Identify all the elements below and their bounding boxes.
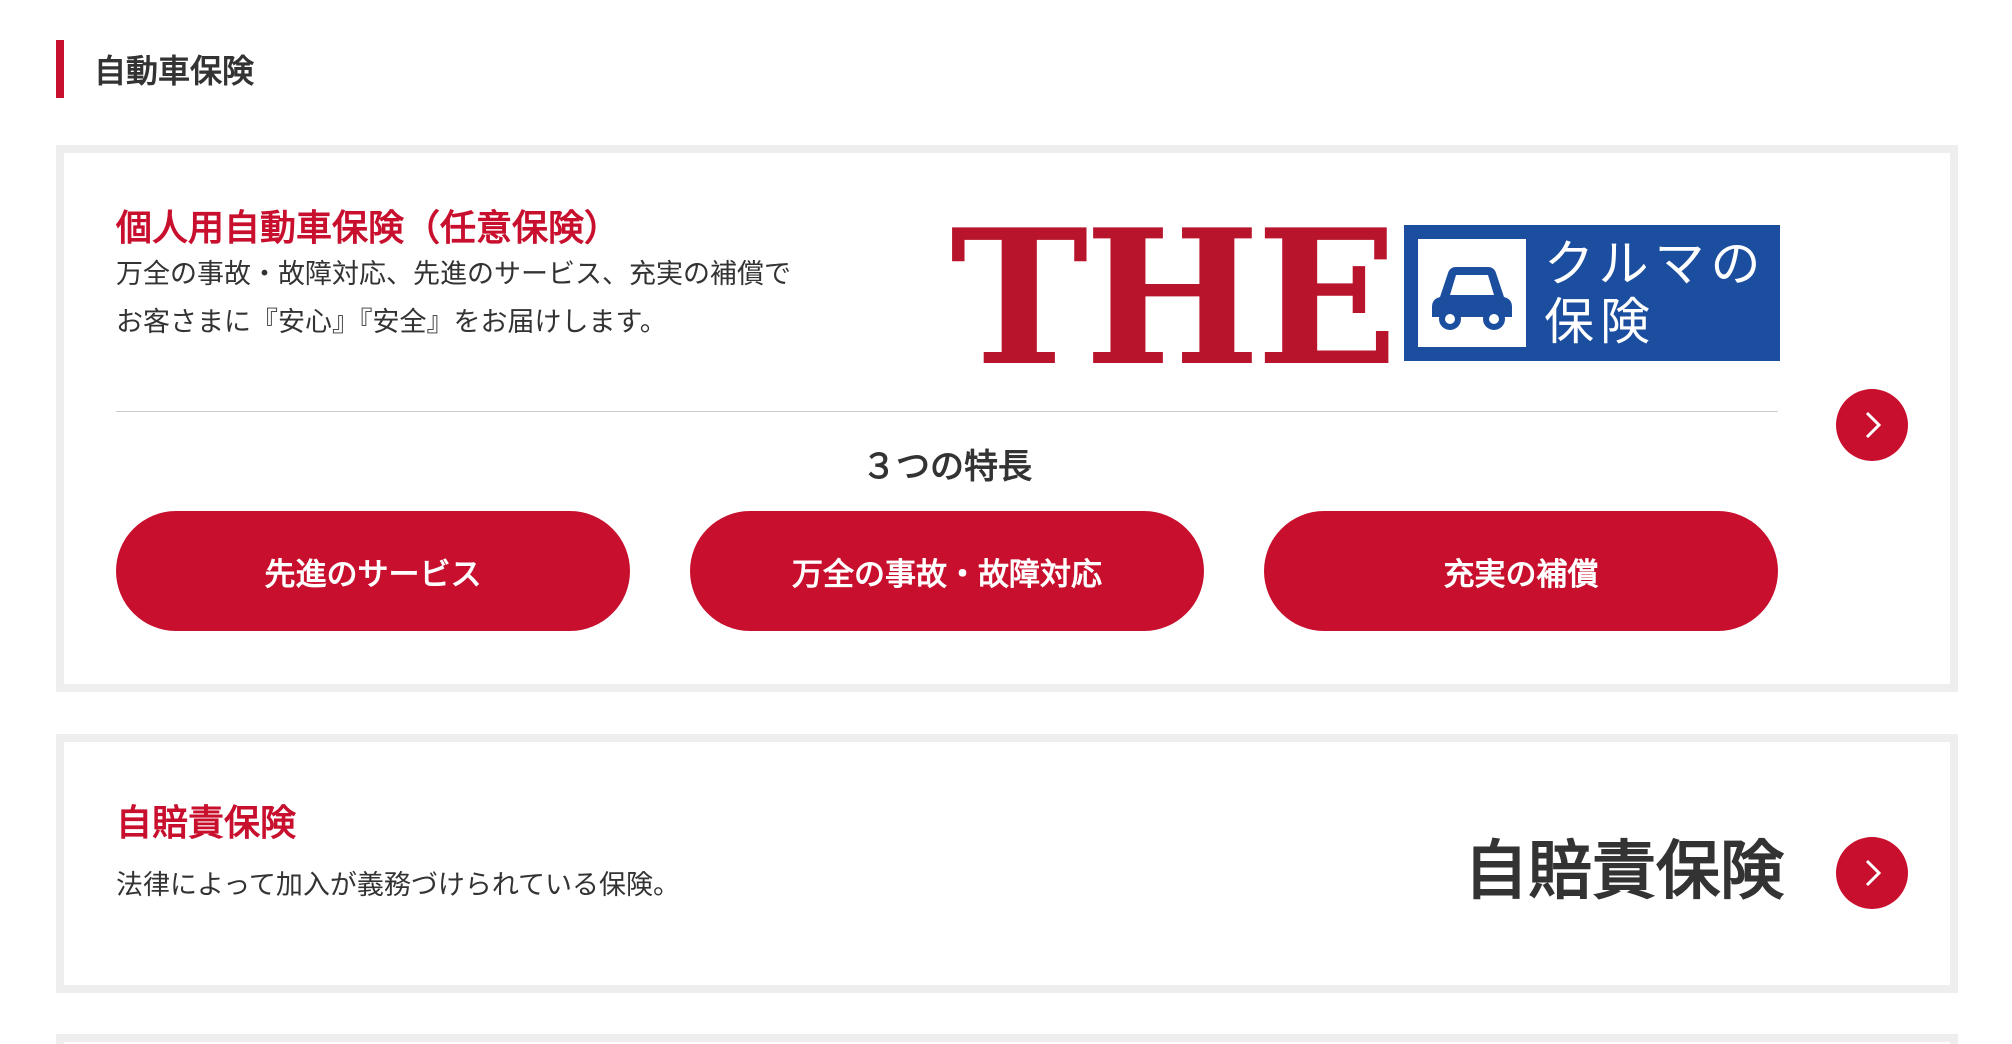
compulsory-insurance-card[interactable]: 自賠責保険 法律によって加入が義務づけられている保険。 自賠責保険: [56, 734, 1958, 993]
section-heading: 自動車保険: [56, 40, 254, 98]
card-description-line-2: お客さまに『安心』『安全』をお届けします。: [116, 307, 667, 338]
divider: [116, 411, 1778, 412]
compulsory-insurance-logo-text: 自賠責保険: [1464, 835, 1784, 909]
feature-advanced-service-button[interactable]: 先進のサービス: [116, 511, 630, 631]
logo-the-text: THE: [950, 188, 1398, 407]
feature-accident-support-button[interactable]: 万全の事故・故障対応: [690, 511, 1204, 631]
personal-auto-insurance-card[interactable]: 個人用自動車保険（任意保険） 万全の事故・故障対応、先進のサービス、充実の補償で…: [56, 145, 1958, 692]
logo-box-line-2: 保険: [1544, 293, 1656, 351]
feature-coverage-button[interactable]: 充実の補償: [1264, 511, 1778, 631]
page: 自動車保険 個人用自動車保険（任意保険） 万全の事故・故障対応、先進のサービス、…: [0, 0, 2012, 1044]
chevron-right-icon: [1865, 859, 1882, 887]
card-description: 万全の事故・故障対応、先進のサービス、充実の補償で お客さまに『安心』『安全』を…: [116, 251, 791, 347]
logo-box-line-1: クルマの: [1544, 235, 1767, 293]
next-insurance-card[interactable]: [56, 1034, 1958, 1044]
chevron-right-icon: [1865, 411, 1882, 439]
logo-box-text: クルマの 保険: [1544, 235, 1767, 351]
personal-auto-arrow-button[interactable]: [1836, 389, 1908, 461]
card-title: 個人用自動車保険（任意保険）: [116, 208, 621, 249]
car-icon: [1418, 239, 1526, 347]
section-heading-text: 自動車保険: [94, 52, 255, 90]
features-heading: ３つの特長: [862, 447, 1032, 487]
card-title: 自賠責保険: [116, 803, 297, 844]
the-kuruma-logo: THE クルマの 保険: [950, 205, 1796, 391]
logo-blue-box: クルマの 保険: [1404, 225, 1780, 361]
card-description-line-1: 万全の事故・故障対応、先進のサービス、充実の補償で: [116, 259, 791, 290]
compulsory-insurance-arrow-button[interactable]: [1836, 837, 1908, 909]
card-description: 法律によって加入が義務づけられている保険。: [116, 870, 681, 901]
